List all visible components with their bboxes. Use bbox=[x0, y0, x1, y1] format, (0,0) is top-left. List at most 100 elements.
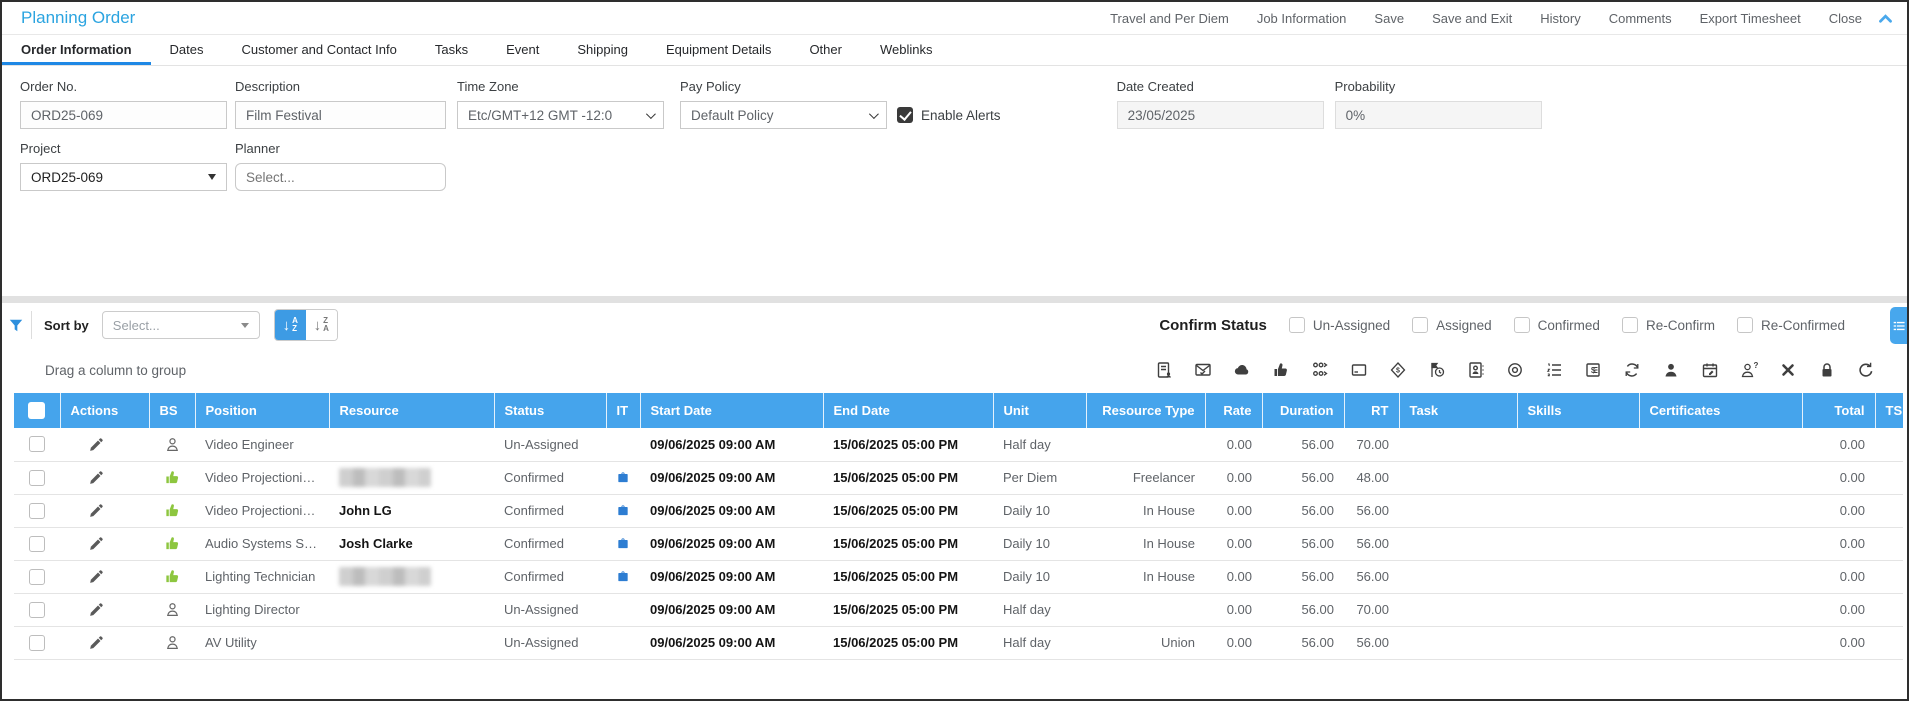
enable-alerts-checkbox[interactable] bbox=[897, 107, 913, 123]
column-header-certificates[interactable]: Certificates bbox=[1639, 393, 1802, 428]
column-header-resource_type[interactable]: Resource Type bbox=[1086, 393, 1205, 428]
column-header-resource[interactable]: Resource bbox=[329, 393, 494, 428]
menu-item-save-and-exit[interactable]: Save and Exit bbox=[1418, 2, 1526, 35]
column-header-unit[interactable]: Unit bbox=[993, 393, 1086, 428]
row-checkbox[interactable] bbox=[29, 470, 45, 486]
time-clock-icon[interactable] bbox=[1427, 361, 1446, 380]
table-row[interactable]: Video Projectionist SrConfirmed09/06/202… bbox=[14, 461, 1903, 494]
menu-item-export-timesheet[interactable]: Export Timesheet bbox=[1686, 2, 1815, 35]
sort-ascending-az-icon[interactable]: ↓AZ bbox=[275, 310, 306, 340]
checkbox[interactable] bbox=[1622, 317, 1638, 333]
invoice-icon[interactable]: $ bbox=[1583, 361, 1602, 380]
checkbox[interactable] bbox=[1289, 317, 1305, 333]
user-icon[interactable] bbox=[1661, 361, 1680, 380]
checkbox[interactable] bbox=[1412, 317, 1428, 333]
report-contact-icon[interactable] bbox=[1154, 361, 1173, 380]
tab-weblinks[interactable]: Weblinks bbox=[861, 35, 952, 65]
status-filter-label: Un-Assigned bbox=[1313, 318, 1390, 333]
sort-by-select[interactable]: Select... bbox=[102, 311, 260, 339]
column-header-actions[interactable]: Actions bbox=[60, 393, 149, 428]
menu-item-job-information[interactable]: Job Information bbox=[1243, 2, 1361, 35]
edit-row-button[interactable] bbox=[70, 601, 139, 618]
menu-item-save[interactable]: Save bbox=[1360, 2, 1418, 35]
refresh-icon[interactable] bbox=[1856, 361, 1875, 380]
column-header-ts[interactable]: TS bbox=[1875, 393, 1903, 428]
row-checkbox[interactable] bbox=[29, 536, 45, 552]
column-header-task[interactable]: Task bbox=[1399, 393, 1517, 428]
order-no-input[interactable] bbox=[20, 101, 227, 129]
target-icon[interactable] bbox=[1505, 361, 1524, 380]
table-row[interactable]: Audio Systems Speci…Josh ClarkeConfirmed… bbox=[14, 527, 1903, 560]
column-header-it[interactable]: IT bbox=[606, 393, 640, 428]
checkbox[interactable] bbox=[1514, 317, 1530, 333]
menu-item-history[interactable]: History bbox=[1526, 2, 1594, 35]
table-row[interactable]: AV UtilityUn-Assigned09/06/2025 09:00 AM… bbox=[14, 626, 1903, 659]
edit-row-button[interactable] bbox=[70, 502, 139, 519]
tab-event[interactable]: Event bbox=[487, 35, 558, 65]
table-row[interactable]: Video Projectionist (9…John LGConfirmed0… bbox=[14, 494, 1903, 527]
edit-row-button[interactable] bbox=[70, 469, 139, 486]
column-header-end[interactable]: End Date bbox=[823, 393, 993, 428]
edit-row-button[interactable] bbox=[70, 634, 139, 651]
mail-check-icon[interactable] bbox=[1193, 361, 1212, 380]
tab-equipment-details[interactable]: Equipment Details bbox=[647, 35, 791, 65]
row-checkbox[interactable] bbox=[29, 569, 45, 585]
numbered-list-icon[interactable] bbox=[1544, 361, 1563, 380]
tab-shipping[interactable]: Shipping bbox=[558, 35, 647, 65]
column-settings-tab[interactable] bbox=[1890, 307, 1907, 344]
delete-x-icon[interactable] bbox=[1778, 361, 1797, 380]
tab-customer-and-contact-info[interactable]: Customer and Contact Info bbox=[222, 35, 415, 65]
column-header-rate[interactable]: Rate bbox=[1205, 393, 1262, 428]
tab-dates[interactable]: Dates bbox=[151, 35, 223, 65]
column-header-duration[interactable]: Duration bbox=[1262, 393, 1344, 428]
address-book-icon[interactable] bbox=[1466, 361, 1485, 380]
project-select[interactable]: ORD25-069 bbox=[20, 163, 227, 191]
cash-tag-icon[interactable]: $ bbox=[1388, 361, 1407, 380]
column-header-rt[interactable]: RT bbox=[1344, 393, 1399, 428]
status-filter-confirmed[interactable]: Confirmed bbox=[1514, 317, 1600, 333]
table-row[interactable]: Lighting TechnicianConfirmed09/06/2025 0… bbox=[14, 560, 1903, 593]
menu-item-comments[interactable]: Comments bbox=[1595, 2, 1686, 35]
pay-policy-select[interactable]: Default Policy bbox=[680, 101, 887, 129]
planner-input[interactable] bbox=[235, 163, 446, 191]
column-header-total[interactable]: Total bbox=[1802, 393, 1875, 428]
row-checkbox[interactable] bbox=[29, 602, 45, 618]
sort-descending-za-icon[interactable]: ↓ZA bbox=[306, 310, 337, 340]
row-checkbox[interactable] bbox=[29, 436, 45, 452]
table-row[interactable]: Lighting DirectorUn-Assigned09/06/2025 0… bbox=[14, 593, 1903, 626]
cloud-icon[interactable] bbox=[1232, 361, 1251, 380]
time-zone-select[interactable]: Etc/GMT+12 GMT -12:0 bbox=[457, 101, 664, 129]
column-header-skills[interactable]: Skills bbox=[1517, 393, 1639, 428]
checkbox[interactable] bbox=[1737, 317, 1753, 333]
row-checkbox[interactable] bbox=[29, 503, 45, 519]
status-filter-assigned[interactable]: Assigned bbox=[1412, 317, 1492, 333]
filter-funnel-icon[interactable] bbox=[2, 317, 31, 334]
payment-card-icon[interactable] bbox=[1349, 361, 1368, 380]
lock-icon[interactable] bbox=[1817, 361, 1836, 380]
thumbs-up-icon[interactable] bbox=[1271, 361, 1290, 380]
tab-tasks[interactable]: Tasks bbox=[416, 35, 487, 65]
calendar-edit-icon[interactable] bbox=[1700, 361, 1719, 380]
column-header-start[interactable]: Start Date bbox=[640, 393, 823, 428]
status-filter-re-confirm[interactable]: Re-Confirm bbox=[1622, 317, 1715, 333]
sync-icon[interactable] bbox=[1622, 361, 1641, 380]
edit-row-button[interactable] bbox=[70, 568, 139, 585]
edit-row-button[interactable] bbox=[70, 535, 139, 552]
select-all-checkbox[interactable] bbox=[28, 402, 45, 419]
menu-item-travel-and-per-diem[interactable]: Travel and Per Diem bbox=[1096, 2, 1243, 35]
user-question-icon[interactable]: ? bbox=[1739, 361, 1758, 380]
description-input[interactable] bbox=[235, 101, 446, 129]
column-header-bs[interactable]: BS bbox=[149, 393, 195, 428]
tab-order-information[interactable]: Order Information bbox=[2, 35, 151, 65]
tab-other[interactable]: Other bbox=[790, 35, 861, 65]
table-row[interactable]: Video EngineerUn-Assigned09/06/2025 09:0… bbox=[14, 428, 1903, 461]
column-header-position[interactable]: Position bbox=[195, 393, 329, 428]
status-filter-un-assigned[interactable]: Un-Assigned bbox=[1289, 317, 1390, 333]
chevron-up-icon[interactable] bbox=[1876, 13, 1907, 24]
column-header-status[interactable]: Status bbox=[494, 393, 606, 428]
edit-row-button[interactable] bbox=[70, 436, 139, 453]
menu-item-close[interactable]: Close bbox=[1815, 2, 1876, 35]
row-checkbox[interactable] bbox=[29, 635, 45, 651]
resource-split-icon[interactable] bbox=[1310, 361, 1329, 380]
status-filter-re-confirmed[interactable]: Re-Confirmed bbox=[1737, 317, 1845, 333]
